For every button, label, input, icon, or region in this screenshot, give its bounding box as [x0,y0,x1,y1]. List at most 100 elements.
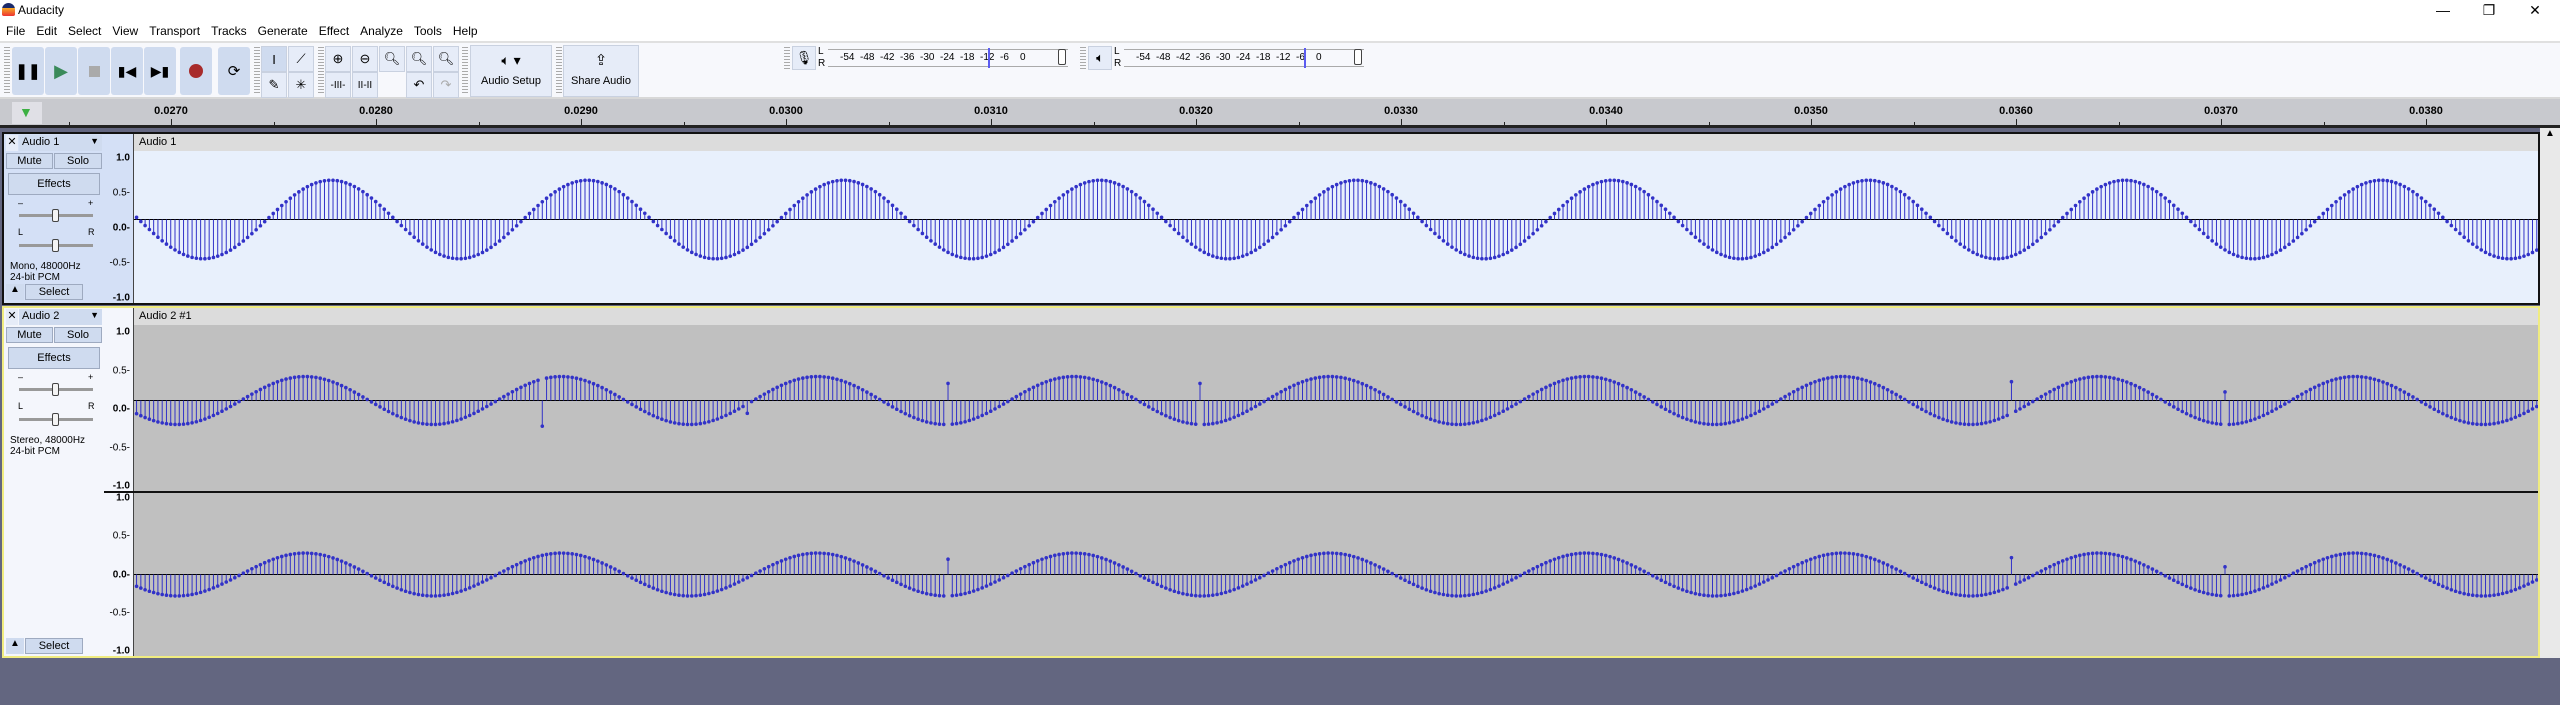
sample-point[interactable] [1667,409,1672,414]
sample-point[interactable] [788,379,792,384]
sample-point[interactable] [502,235,506,240]
audio-setup-grip[interactable] [462,47,468,95]
sample-point[interactable] [561,184,566,189]
sample-point[interactable] [1108,559,1113,563]
sample-point[interactable] [809,375,814,379]
sample-point[interactable] [1885,182,1890,187]
sample-point[interactable] [707,591,711,596]
sample-point[interactable] [566,182,570,187]
sample-point[interactable] [1808,211,1813,216]
sample-point[interactable] [1817,554,1822,559]
sample-point[interactable] [2129,381,2133,386]
sample-point[interactable] [1095,378,1100,383]
sample-point[interactable] [1817,378,1822,383]
sample-point[interactable] [1262,242,1266,247]
sample-point[interactable] [395,586,399,590]
sample-point[interactable] [1223,590,1228,595]
sample-point[interactable] [1420,413,1424,418]
effects-button[interactable]: Effects [8,173,100,195]
sample-point[interactable] [1142,199,1147,204]
sample-point[interactable] [1052,377,1057,381]
sample-point[interactable] [1232,415,1236,420]
sample-point[interactable] [1565,377,1570,381]
sample-point[interactable] [2278,404,2283,409]
sample-point[interactable] [1894,187,1898,191]
sample-point[interactable] [1984,592,1988,597]
sample-point[interactable] [1181,235,1185,240]
sample-point[interactable] [2159,397,2163,402]
sample-point[interactable] [1467,254,1471,258]
sample-point[interactable] [1749,586,1753,590]
sample-point[interactable] [203,417,207,421]
sample-point[interactable] [134,584,139,589]
sample-point[interactable] [2282,575,2287,580]
sample-point[interactable] [1992,256,1997,261]
sample-point[interactable] [361,395,365,399]
sample-point[interactable] [1531,231,1535,236]
sample-point[interactable] [1061,551,1066,556]
sample-point[interactable] [762,392,767,396]
sample-point[interactable] [1574,375,1578,380]
sample-point[interactable] [203,589,207,593]
sample-point[interactable] [2470,242,2475,246]
sample-point[interactable] [232,575,237,580]
sample-point[interactable] [335,178,340,183]
sample-point[interactable] [1911,576,1916,580]
sample-point[interactable] [1373,182,1377,187]
sample-point[interactable] [2509,417,2513,421]
sample-point[interactable] [596,383,600,388]
sample-point[interactable] [2146,390,2150,394]
sample-point[interactable] [275,555,280,560]
sample-point[interactable] [2197,417,2202,422]
sample-point[interactable] [664,418,668,423]
sample-point[interactable] [574,179,579,184]
sample-point[interactable] [442,254,446,258]
sample-point[interactable] [1885,563,1890,567]
sample-point[interactable] [493,399,498,404]
sample-point[interactable] [160,592,164,597]
sample-point[interactable] [1364,383,1369,388]
sample-point[interactable] [2351,551,2355,555]
sample-point[interactable] [1010,571,1014,576]
sample-point[interactable] [1454,422,1459,427]
sample-point[interactable] [1057,376,1061,380]
sample-point[interactable] [1932,413,1937,418]
sample-point[interactable] [1407,207,1412,212]
sample-point[interactable] [583,378,587,383]
sample-point[interactable] [779,383,784,388]
sample-point[interactable] [395,219,399,224]
sample-point[interactable] [331,178,335,183]
sample-point[interactable] [2086,375,2091,380]
sample-point[interactable] [2282,245,2287,250]
sample-point[interactable] [1625,181,1629,185]
sample-point[interactable] [2107,552,2112,556]
sample-point[interactable] [1082,375,1087,380]
sample-point[interactable] [493,242,498,247]
sample-point[interactable] [2039,394,2044,399]
sample-point[interactable] [1245,409,1249,414]
sample-point[interactable] [378,203,382,208]
sample-point[interactable] [2261,586,2266,590]
sample-point[interactable] [2453,589,2458,594]
sample-point[interactable] [301,551,305,555]
sample-point[interactable] [2142,182,2146,187]
sample-point[interactable] [139,219,143,224]
sample-point[interactable] [1219,419,1224,424]
sample-point[interactable] [2099,551,2103,555]
sample-point[interactable] [1680,587,1685,592]
sample-point[interactable] [2146,184,2150,189]
sample-point[interactable] [1855,179,1860,184]
sample-point[interactable] [1531,567,1535,571]
sample-point[interactable] [2534,578,2538,582]
sample-point[interactable] [1890,184,1894,189]
sample-point[interactable] [1027,562,1031,567]
sample-point[interactable] [2368,552,2373,557]
sample-point[interactable] [783,557,788,562]
sample-point[interactable] [736,250,741,255]
sample-point[interactable] [297,375,301,379]
sample-point[interactable] [250,392,254,396]
sample-point[interactable] [672,592,677,597]
sample-point[interactable] [971,589,976,593]
sample-point[interactable] [1134,192,1138,197]
sample-point[interactable] [877,397,882,402]
